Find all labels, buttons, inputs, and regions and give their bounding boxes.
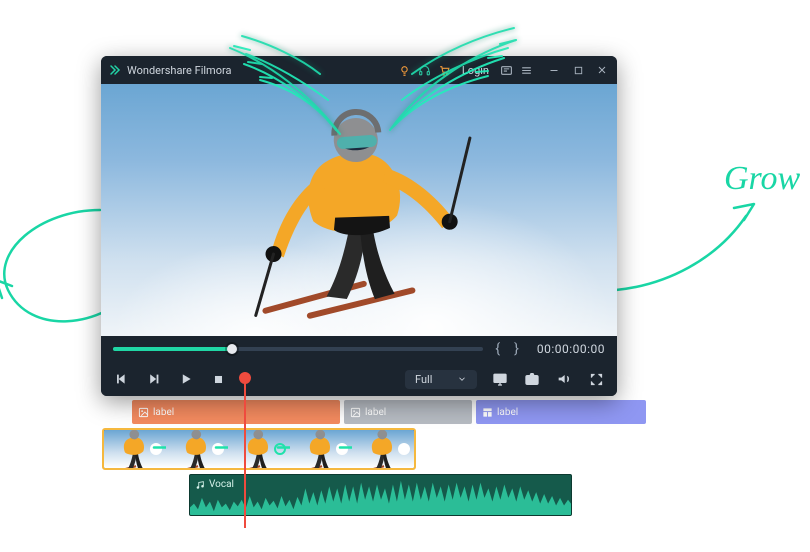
- quality-label: Full: [415, 373, 432, 386]
- waveform: [190, 475, 571, 515]
- app-title: Wondershare Filmora: [127, 64, 231, 77]
- clip-label: label: [365, 407, 386, 418]
- image-icon: [350, 407, 361, 418]
- effect-clip[interactable]: label: [132, 400, 340, 424]
- deco-arrow-right: [606, 190, 766, 314]
- minimize-button[interactable]: [547, 63, 561, 77]
- app-logo-icon: [109, 64, 121, 76]
- chevron-down-icon: [457, 374, 467, 384]
- prev-frame-button[interactable]: [113, 370, 131, 388]
- image-icon: [138, 407, 149, 418]
- seek-slider[interactable]: [113, 347, 483, 351]
- menu-icon[interactable]: [519, 63, 533, 77]
- timeline-effects-row: label label label: [132, 400, 712, 427]
- messages-icon[interactable]: [499, 63, 513, 77]
- timeline-audio-clip[interactable]: Vocal: [189, 474, 572, 516]
- fullscreen-button[interactable]: [587, 370, 605, 388]
- mark-out-button[interactable]: }: [512, 341, 521, 357]
- clip-label: label: [153, 407, 174, 418]
- timeline-playhead[interactable]: [244, 378, 246, 528]
- quality-selector[interactable]: Full: [405, 370, 477, 389]
- effect-clip[interactable]: label: [476, 400, 646, 424]
- stop-button[interactable]: [209, 370, 227, 388]
- mark-in-button[interactable]: {: [493, 341, 502, 357]
- timecode: 00:00:00:00: [537, 342, 605, 356]
- preview-content: [231, 90, 487, 336]
- volume-button[interactable]: [555, 370, 573, 388]
- scrubber-bar: { } 00:00:00:00: [101, 336, 617, 362]
- step-forward-button[interactable]: [145, 370, 163, 388]
- display-settings-button[interactable]: [491, 370, 509, 388]
- play-button[interactable]: [177, 370, 195, 388]
- grow-label: Grow: [724, 160, 800, 198]
- template-icon: [482, 407, 493, 418]
- video-preview[interactable]: [101, 84, 617, 336]
- titlebar: Wondershare Filmora Login: [101, 56, 617, 84]
- timeline-video-clip[interactable]: label: [102, 428, 416, 470]
- cart-icon[interactable]: [438, 63, 452, 77]
- maximize-button[interactable]: [571, 63, 585, 77]
- login-link[interactable]: Login: [458, 64, 493, 77]
- seek-handle[interactable]: [227, 344, 237, 354]
- snapshot-button[interactable]: [523, 370, 541, 388]
- close-button[interactable]: [595, 63, 609, 77]
- headphones-icon[interactable]: [418, 63, 432, 77]
- app-window: Wondershare Filmora Login: [101, 56, 617, 396]
- effect-clip[interactable]: label: [344, 400, 472, 424]
- lightbulb-icon[interactable]: [398, 63, 412, 77]
- player-controls: Full: [101, 362, 617, 396]
- clip-label: label: [497, 407, 518, 418]
